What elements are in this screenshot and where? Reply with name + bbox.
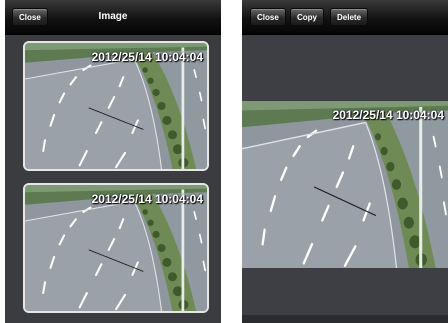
bottom-strip xyxy=(242,315,448,323)
gallery-screen: Image Close 2012/25/14 10:04:04 2012/25/… xyxy=(5,0,221,323)
delete-button[interactable]: Delete xyxy=(330,8,369,26)
image-thumbnail[interactable]: 2012/25/14 10:04:04 xyxy=(23,41,209,171)
close-button[interactable]: Close xyxy=(250,8,286,26)
gallery-navbar: Image Close xyxy=(5,0,221,35)
image-thumbnail[interactable]: 2012/25/14 10:04:04 xyxy=(23,183,209,313)
timestamp-overlay: 2012/25/14 10:04:04 xyxy=(91,192,203,206)
viewer-navbar: Close Copy Delete xyxy=(242,0,448,35)
full-image-viewer[interactable]: 2012/25/14 10:04:04 xyxy=(242,101,448,268)
timestamp-overlay: 2012/25/14 10:04:04 xyxy=(91,50,203,64)
highway-camera-image xyxy=(242,101,448,268)
close-button[interactable]: Close xyxy=(12,8,48,26)
timestamp-overlay: 2012/25/14 10:04:04 xyxy=(332,108,444,122)
copy-button[interactable]: Copy xyxy=(290,8,324,26)
viewer-screen: Close Copy Delete 2012/25/14 10:04:04 xyxy=(242,0,448,323)
